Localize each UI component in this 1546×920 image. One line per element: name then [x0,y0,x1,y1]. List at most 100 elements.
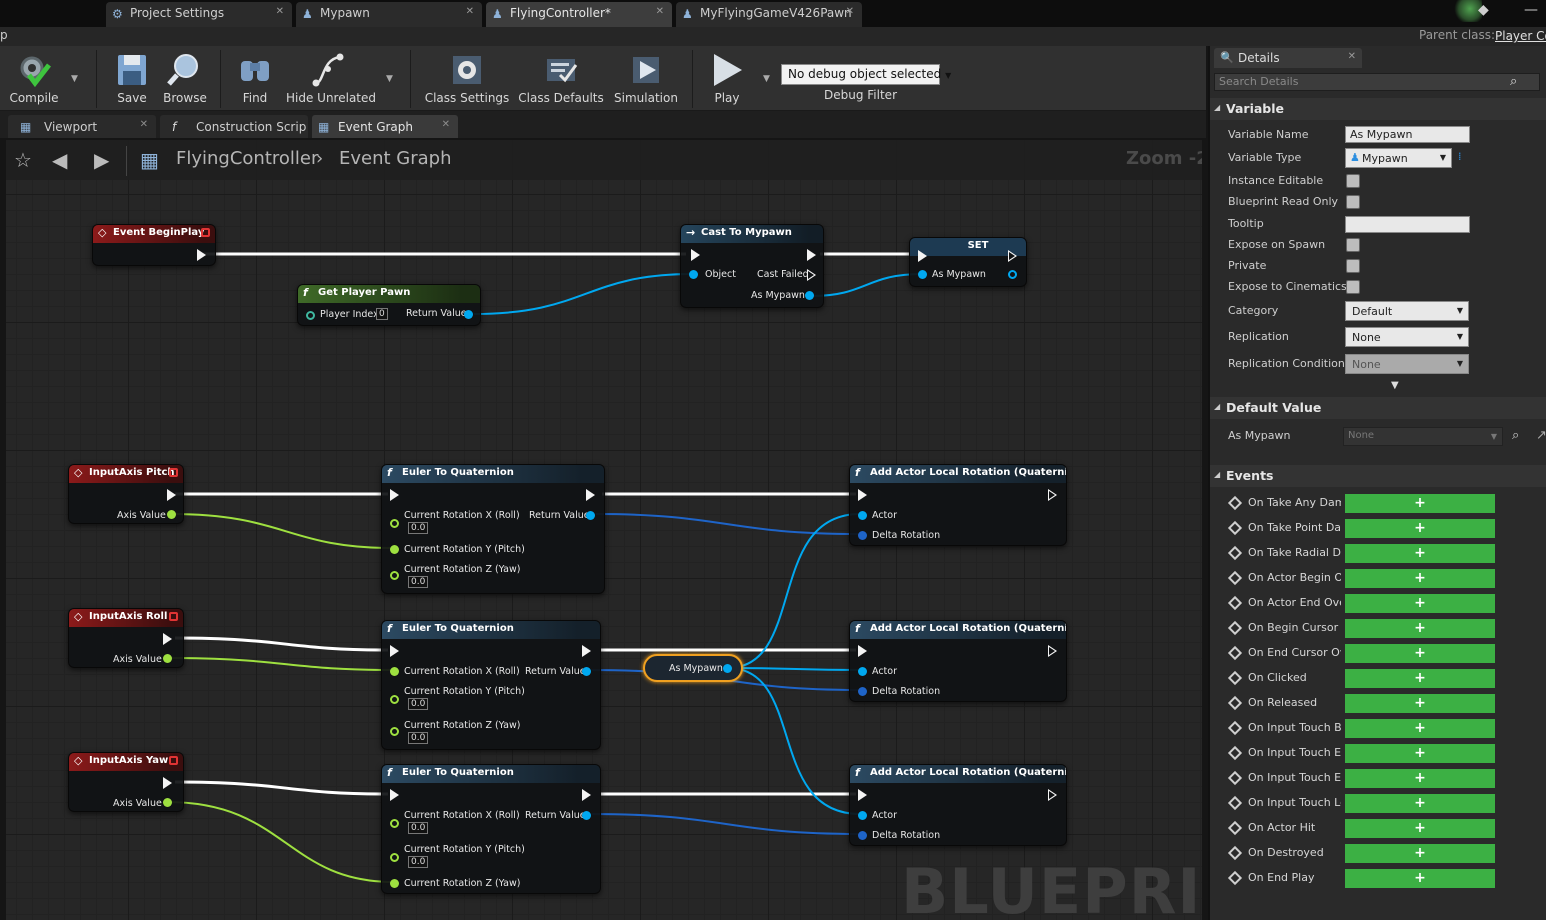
tab-mypawn[interactable]: ♟ Mypawn ✕ [296,2,482,27]
exec-out-pin[interactable] [1048,645,1057,657]
rotation-x-value[interactable]: 0.0 [408,522,429,534]
details-search-input[interactable]: Search Details [1214,73,1540,91]
close-icon[interactable]: ✕ [846,6,854,17]
tab-construction-script[interactable]: f Construction Scrip [160,115,308,138]
rotation-z-pin[interactable] [390,879,399,888]
debug-object-select[interactable]: No debug object selected ▼ [781,64,951,85]
category-variable[interactable]: ◢ Variable [1210,98,1546,120]
rotation-y-pin[interactable] [390,545,399,554]
add-event-button[interactable]: + [1345,694,1495,713]
node-euler-to-quaternion-roll[interactable]: f Euler To Quaternion Current Rotation X … [381,620,601,750]
class-defaults-button[interactable]: Class Defaults [518,46,604,111]
exec-in-pin[interactable] [918,250,927,262]
add-event-button[interactable]: + [1345,519,1495,538]
delta-rotation-pin[interactable] [858,687,867,696]
rotation-z-value[interactable]: 0.0 [408,576,429,588]
return-value-pin[interactable] [582,811,591,820]
node-add-actor-local-rotation-yaw[interactable]: f Add Actor Local Rotation (Quaternion) A… [849,764,1067,846]
hide-unrelated-button[interactable]: Hide Unrelated [286,46,376,111]
add-event-button[interactable]: + [1345,869,1495,888]
rotation-y-pin[interactable] [390,853,399,862]
exec-out-pin[interactable] [582,789,591,801]
add-event-button[interactable]: + [1345,794,1495,813]
exec-out-pin[interactable] [1048,489,1057,501]
parent-class-link[interactable]: Player Co [1495,29,1546,43]
node-as-mypawn-getter[interactable]: As Mypawn [643,654,743,682]
tab-details[interactable]: 🔍 Details ✕ [1214,48,1362,68]
category-select[interactable]: Default ▼ [1345,301,1469,321]
node-get-player-pawn[interactable]: f Get Player Pawn Player Index 0 Return V… [297,284,481,326]
save-button[interactable]: Save [108,46,156,111]
close-icon[interactable]: ✕ [276,6,284,17]
tab-viewport[interactable]: ▦ Viewport ✕ [8,115,156,138]
find-button[interactable]: Find [230,46,280,111]
rotation-x-pin[interactable] [390,819,399,828]
variable-name-input[interactable]: As Mypawn [1345,126,1470,143]
node-euler-to-quaternion-pitch[interactable]: f Euler To Quaternion Current Rotation X … [381,464,605,594]
return-value-pin[interactable] [586,511,595,520]
actor-pin[interactable] [858,511,867,520]
delegate-pin[interactable] [169,756,178,765]
exec-out-pin[interactable] [582,645,591,657]
exec-in-pin[interactable] [390,645,399,657]
rotation-z-pin[interactable] [390,727,399,736]
object-pin[interactable] [689,270,698,279]
browse-button[interactable]: Browse [160,46,210,111]
exec-out-pin[interactable] [163,777,172,789]
delegate-pin[interactable] [169,612,178,621]
instance-editable-checkbox[interactable] [1346,174,1360,188]
category-events[interactable]: ◢ Events [1210,465,1546,487]
tab-event-graph[interactable]: ▦ Event Graph ✕ [312,115,458,138]
exec-in-pin[interactable] [858,645,867,657]
node-add-actor-local-rotation-roll[interactable]: f Add Actor Local Rotation (Quaternion) A… [849,620,1067,702]
cast-failed-pin[interactable] [807,269,816,281]
expand-advanced-icon[interactable]: ▼ [1391,380,1399,391]
compile-button[interactable]: Compile [4,46,64,111]
rotation-y-pin[interactable] [390,695,399,704]
exec-in-pin[interactable] [858,789,867,801]
private-checkbox[interactable] [1346,259,1360,273]
node-event-begin-play[interactable]: ◇ Event BeginPlay [92,224,216,266]
rotation-x-pin[interactable] [390,519,399,528]
rotation-y-value[interactable]: 0.0 [408,856,429,868]
exec-out-pin[interactable] [197,249,206,261]
rotation-x-pin[interactable] [390,667,399,676]
close-icon[interactable]: ✕ [466,6,474,17]
tab-flying-controller[interactable]: ♟ FlyingController* ✕ [486,2,672,27]
chevron-down-icon[interactable]: ▼ [71,74,78,84]
as-mypawn-out-pin[interactable] [1008,270,1017,279]
add-event-button[interactable]: + [1345,619,1495,638]
node-cast-to-mypawn[interactable]: → Cast To Mypawn Object Cast Failed As My… [680,224,824,308]
axis-value-pin[interactable] [163,654,172,663]
exec-in-pin[interactable] [691,249,700,261]
node-input-axis-yaw[interactable]: ◇ InputAxis Yaw Axis Value [68,752,184,812]
minimize-button[interactable]: — [1516,2,1546,20]
exec-out-pin[interactable] [163,633,172,645]
add-event-button[interactable]: + [1345,544,1495,563]
add-event-button[interactable]: + [1345,719,1495,738]
delegate-pin[interactable] [169,468,178,477]
axis-value-pin[interactable] [163,798,172,807]
search-icon[interactable]: ⌕ [1510,74,1517,89]
variable-type-select[interactable]: Mypawn ▼ [1345,148,1452,168]
actor-pin[interactable] [858,667,867,676]
exec-in-pin[interactable] [390,489,399,501]
event-graph-canvas[interactable]: ☆ ◀ ▶ ▦ FlyingController › Event Graph Z… [6,140,1202,920]
close-icon[interactable]: ✕ [656,6,664,17]
delta-rotation-pin[interactable] [858,831,867,840]
chevron-down-icon[interactable]: ▼ [386,74,393,84]
play-button[interactable]: Play [700,46,754,111]
delta-rotation-pin[interactable] [858,531,867,540]
chevron-down-icon[interactable]: ▼ [763,74,770,84]
category-default-value[interactable]: ◢ Default Value [1210,397,1546,419]
simulation-button[interactable]: Simulation [612,46,680,111]
node-add-actor-local-rotation-pitch[interactable]: f Add Actor Local Rotation (Quaternion) A… [849,464,1067,546]
delegate-pin[interactable] [201,228,210,237]
axis-value-pin[interactable] [167,510,176,519]
rotation-y-value[interactable]: 0.0 [408,698,429,710]
return-value-pin[interactable] [582,667,591,676]
add-event-button[interactable]: + [1345,769,1495,788]
node-set-as-mypawn[interactable]: SET As Mypawn [909,237,1027,287]
as-mypawn-out-pin[interactable] [805,291,814,300]
container-type-icon[interactable]: ⁞ [1458,150,1462,163]
